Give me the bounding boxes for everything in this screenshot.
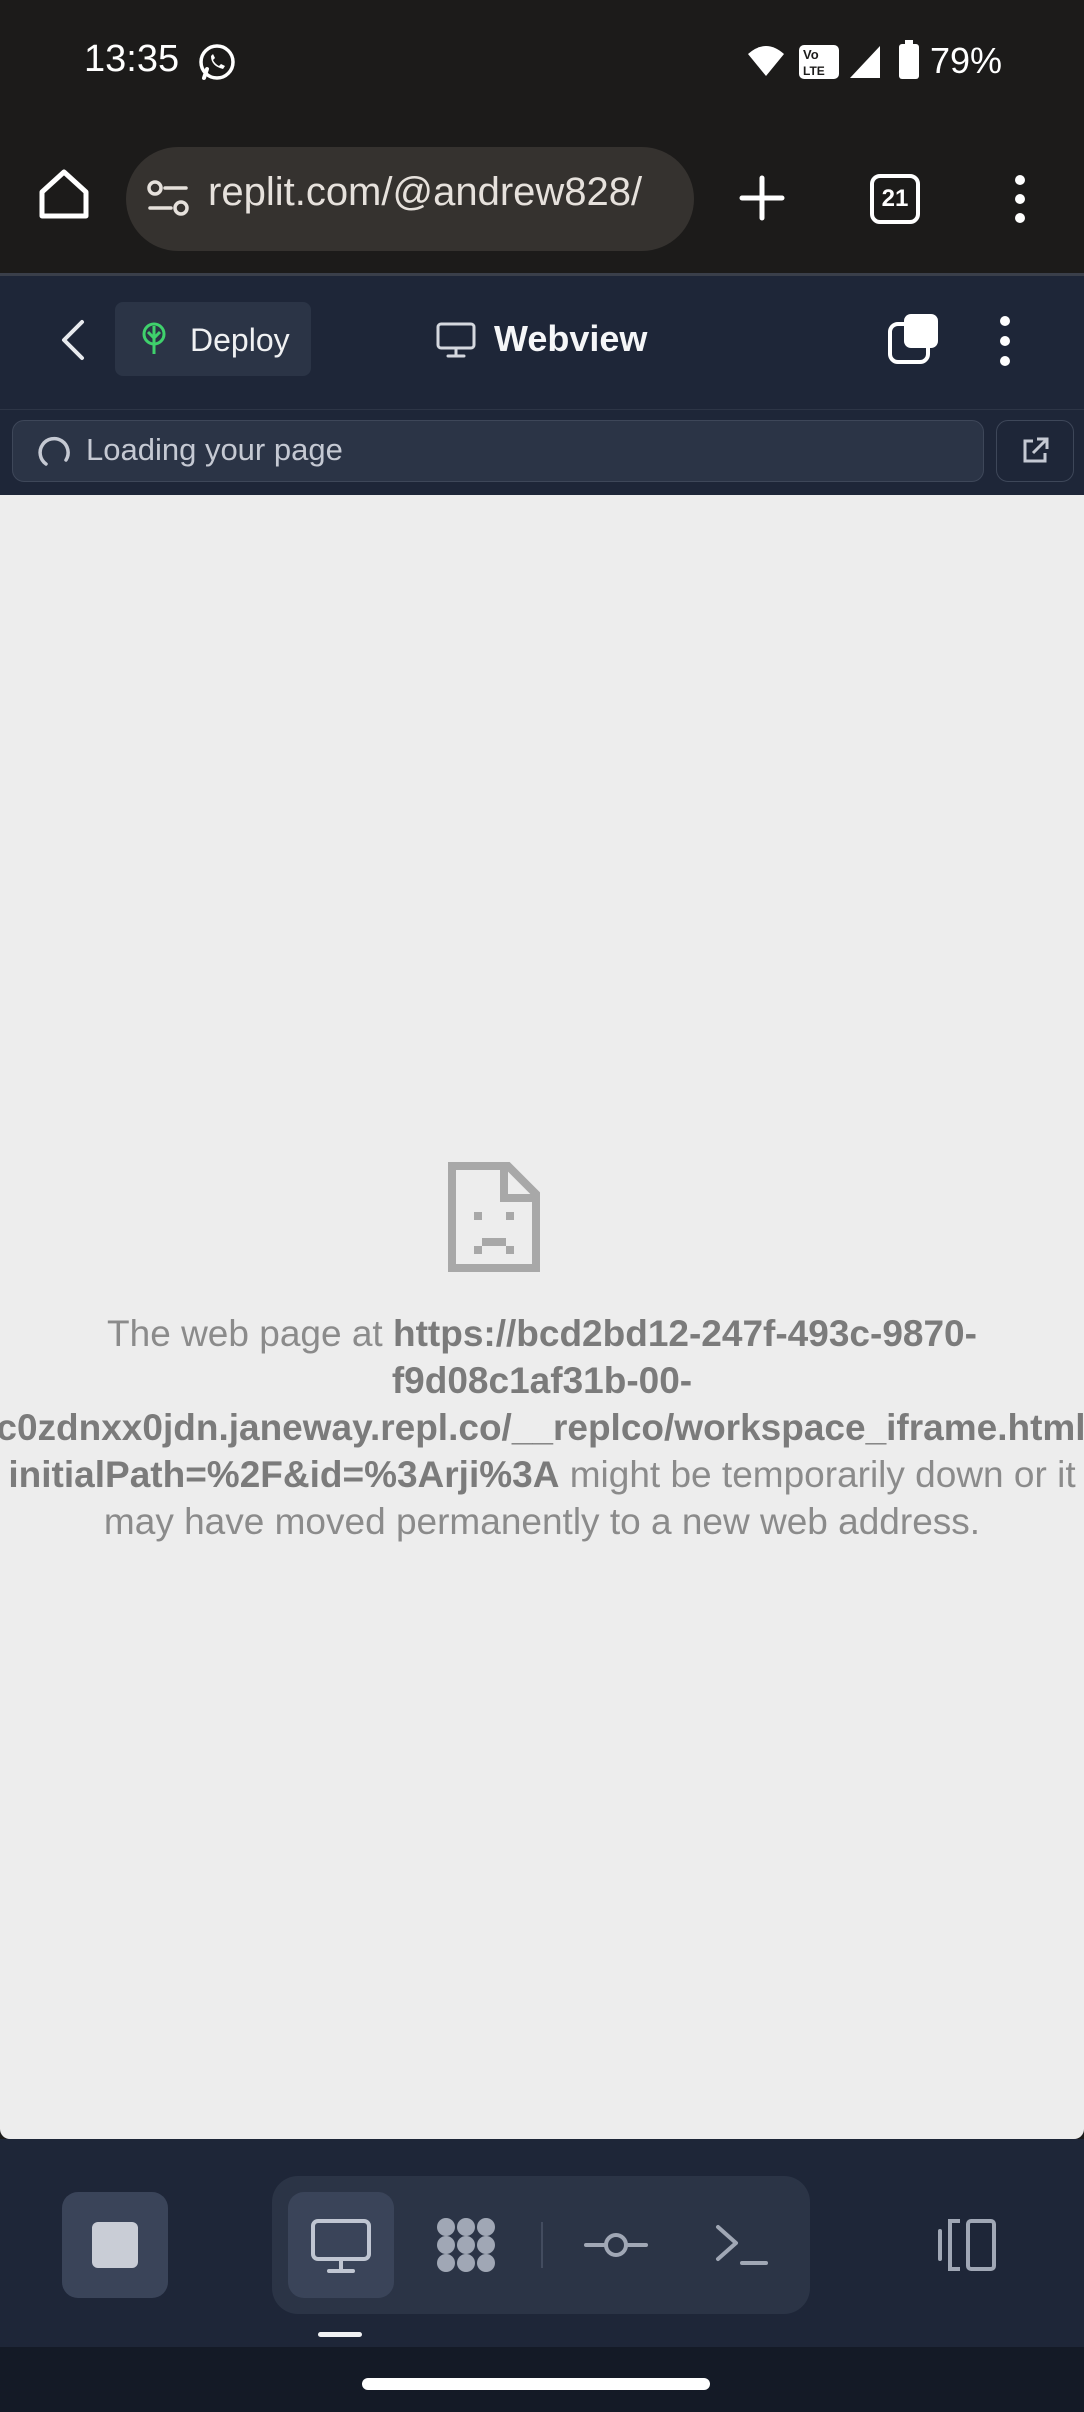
new-tab-icon[interactable] xyxy=(738,174,786,222)
site-settings-icon[interactable] xyxy=(146,176,190,220)
deploy-label[interactable]: Deploy xyxy=(190,322,290,359)
back-chevron-icon[interactable] xyxy=(58,318,86,362)
loading-spinner-icon xyxy=(38,436,70,466)
more-options-icon[interactable] xyxy=(992,314,1018,368)
monitor-icon xyxy=(311,2219,371,2273)
packages-icon[interactable] xyxy=(434,2213,498,2277)
address-status-text: Loading your page xyxy=(86,432,343,467)
battery-percentage: 79% xyxy=(930,40,1003,81)
external-link-icon xyxy=(1023,437,1049,463)
home-gesture-handle[interactable] xyxy=(362,2378,710,2390)
url-text[interactable]: replit.com/@andrew828/ xyxy=(208,170,678,215)
layout-icon[interactable] xyxy=(936,2213,1000,2277)
git-commit-icon[interactable] xyxy=(584,2213,648,2277)
stop-icon xyxy=(92,2222,138,2268)
wifi-icon xyxy=(748,46,784,76)
browser-menu-icon[interactable] xyxy=(1000,172,1040,226)
svg-text:Vo: Vo xyxy=(803,47,819,62)
panes-icon[interactable] xyxy=(886,312,940,366)
deploy-icon xyxy=(142,322,166,354)
sad-document-icon xyxy=(448,1162,540,1272)
svg-text:LTE: LTE xyxy=(803,64,825,78)
home-icon[interactable] xyxy=(36,166,92,222)
active-tool-indicator xyxy=(318,2332,362,2337)
shell-icon[interactable] xyxy=(710,2213,774,2277)
signal-icon xyxy=(850,46,880,78)
volte-icon: Vo LTE xyxy=(799,45,839,79)
status-time: 13:35 xyxy=(84,38,180,80)
whatsapp-icon xyxy=(199,44,235,80)
open-in-new-tab-button[interactable] xyxy=(996,420,1074,482)
page-title: Webview xyxy=(494,318,648,359)
tool-divider xyxy=(541,2222,543,2268)
error-prefix: The web page at xyxy=(107,1313,393,1354)
error-message: The web page at https://bcd2bd12-247f-49… xyxy=(0,1310,1084,1545)
monitor-icon xyxy=(436,322,476,358)
tab-switcher-button[interactable]: 21 xyxy=(870,174,920,224)
battery-icon xyxy=(899,40,919,79)
